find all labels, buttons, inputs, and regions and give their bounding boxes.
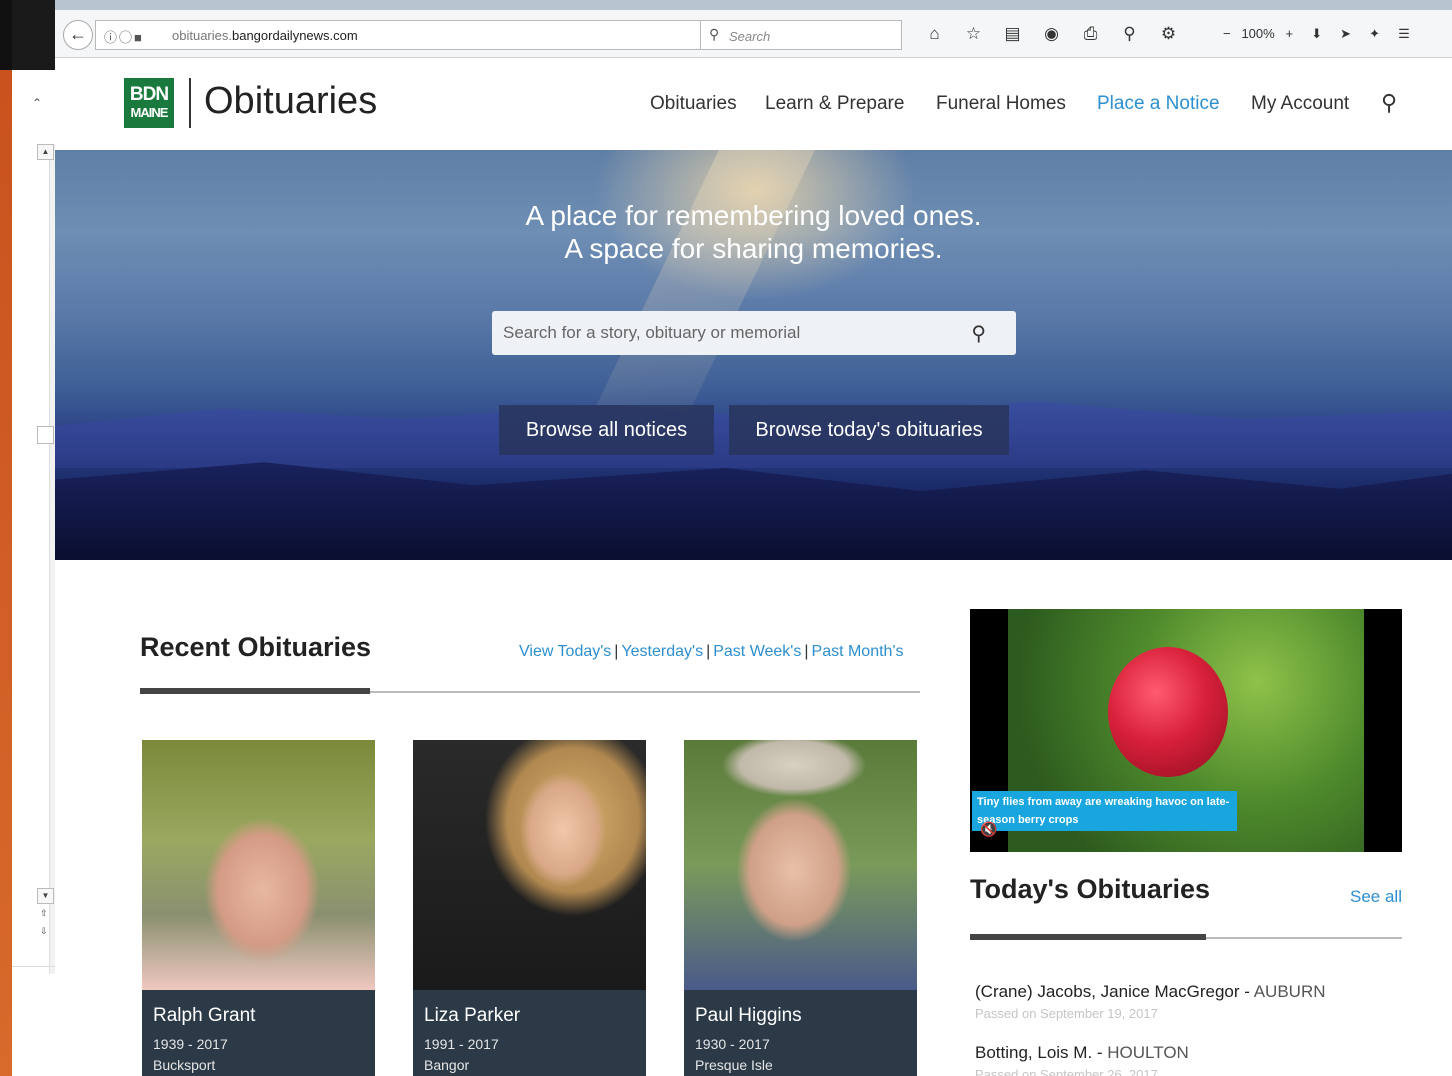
logo-line1: BDN xyxy=(129,84,169,105)
scroll-up-button[interactable]: ▲ xyxy=(37,144,54,160)
recent-filter-links: View Today's | Yesterday's | Past Week's | Pas… xyxy=(519,643,904,661)
browse-all-notices-button[interactable]: Browse all notices xyxy=(499,405,714,455)
today-obituary-name: Botting, Lois M. xyxy=(975,1043,1093,1062)
separator: | xyxy=(804,643,809,660)
browser-search-field[interactable]: ⚲ Search xyxy=(700,20,902,50)
recent-obituaries-heading: Recent Obituaries xyxy=(140,632,372,662)
browser-toolbar: ← ⓘ◯■ obituaries.bangordailynews.com ↻ ⚲… xyxy=(55,10,1452,58)
obituary-years: 1939 - 2017 xyxy=(153,1036,228,1052)
divider xyxy=(12,966,55,967)
obituary-name: Liza Parker xyxy=(424,1005,521,1026)
search-icon[interactable]: ⚲ xyxy=(1381,90,1397,116)
portrait-photo xyxy=(142,740,375,990)
nav-funeral-homes[interactable]: Funeral Homes xyxy=(936,93,1066,115)
site-title[interactable]: Obituaries xyxy=(204,80,377,123)
obituary-card[interactable]: Ralph Grant 1939 - 2017 Bucksport xyxy=(142,740,375,1076)
hero-search-box: ⚲ xyxy=(492,311,1016,355)
logo-divider xyxy=(189,78,191,128)
browser-search-placeholder: Search xyxy=(729,29,771,44)
obituary-name: Ralph Grant xyxy=(153,1005,256,1026)
menu-icon[interactable]: ☰ xyxy=(1398,26,1410,41)
site-page: BDN MAINE Obituaries Obituaries Learn & … xyxy=(55,58,1452,1076)
logo-line2: MAINE xyxy=(130,105,169,120)
separator: | xyxy=(614,643,619,660)
link-today[interactable]: View Today's xyxy=(519,643,611,660)
home-icon[interactable]: ⌂ xyxy=(915,24,954,44)
obituary-town: Bangor xyxy=(424,1057,470,1073)
today-obituary-date: Passed on September 19, 2017 xyxy=(975,1006,1158,1021)
nav-learn-prepare[interactable]: Learn & Prepare xyxy=(765,93,904,115)
link-past-month[interactable]: Past Month's xyxy=(812,643,904,660)
section-rule-accent xyxy=(970,934,1206,940)
browse-today-button[interactable]: Browse today's obituaries xyxy=(729,405,1009,455)
obituary-card[interactable]: Paul Higgins 1930 - 2017 Presque Isle xyxy=(684,740,917,1076)
back-button[interactable]: ← xyxy=(63,20,93,50)
section-rule-accent xyxy=(140,688,370,694)
obituary-years: 1930 - 2017 xyxy=(695,1036,770,1052)
address-bar[interactable]: ⓘ◯■ obituaries.bangordailynews.com ↻ xyxy=(95,20,745,50)
hero-headline-1: A place for remembering loved ones. xyxy=(525,200,982,231)
search-icon: ⚲ xyxy=(709,26,720,42)
bdn-logo[interactable]: BDN MAINE xyxy=(124,78,174,128)
download-icon[interactable]: ⬇ xyxy=(1311,26,1322,41)
settings-icon[interactable]: ⚙ xyxy=(1149,24,1188,44)
zoom-out-button[interactable]: − xyxy=(1223,26,1231,41)
obituary-name: Paul Higgins xyxy=(695,1005,802,1026)
video-caption: Tiny flies from away are wreaking havoc … xyxy=(972,791,1237,831)
see-all-link[interactable]: See all xyxy=(1350,887,1402,907)
today-obituary-town: HOULTON xyxy=(1107,1043,1189,1062)
zoom-in-button[interactable]: + xyxy=(1286,26,1294,41)
today-obituary-name: (Crane) Jacobs, Janice MacGregor xyxy=(975,982,1240,1001)
collapse-caret-icon[interactable]: ⌃ xyxy=(32,96,42,110)
nav-obituaries[interactable]: Obituaries xyxy=(650,93,737,115)
extension-icon[interactable]: ✦ xyxy=(1369,26,1380,41)
search-icon[interactable]: ⚲ xyxy=(971,321,986,346)
find-icon[interactable]: ⚲ xyxy=(1110,24,1149,44)
reading-list-icon[interactable]: ▤ xyxy=(993,24,1032,44)
today-obituary-town: AUBURN xyxy=(1253,982,1326,1001)
hero-headline-2: A space for sharing memories. xyxy=(564,233,943,264)
zoom-controls: − 100% + ⬇ ➤ ✦ ☰ xyxy=(1223,26,1410,42)
nav-place-notice[interactable]: Place a Notice xyxy=(1097,93,1220,115)
zoom-level[interactable]: 100% xyxy=(1241,26,1274,41)
obituary-town: Presque Isle xyxy=(695,1057,773,1073)
print-icon[interactable]: ⎙ xyxy=(1071,24,1110,44)
mute-icon[interactable]: 🔇 xyxy=(980,821,997,838)
separator: | xyxy=(706,643,711,660)
obituary-years: 1991 - 2017 xyxy=(424,1036,499,1052)
scroll-thumb[interactable] xyxy=(37,426,54,444)
portrait-photo xyxy=(413,740,646,990)
page-up-icon[interactable]: ⇧ xyxy=(40,908,48,919)
send-icon[interactable]: ➤ xyxy=(1340,26,1351,41)
video-player[interactable]: Tiny flies from away are wreaking havoc … xyxy=(970,609,1402,852)
raspberry-image xyxy=(1108,647,1228,777)
desktop-edge xyxy=(0,0,12,1076)
nav-my-account[interactable]: My Account xyxy=(1251,93,1349,115)
url-text: obituaries.bangordailynews.com xyxy=(172,28,358,43)
scroll-down-button[interactable]: ▼ xyxy=(37,888,54,904)
bookmark-star-icon[interactable]: ☆ xyxy=(954,24,993,44)
today-obituary-item[interactable]: Botting, Lois M. - HOULTON Passed on Sep… xyxy=(975,1043,1189,1076)
site-info-icon[interactable]: ⓘ◯■ xyxy=(104,27,144,46)
obituary-town: Bucksport xyxy=(153,1057,216,1073)
today-obituary-item[interactable]: (Crane) Jacobs, Janice MacGregor - AUBUR… xyxy=(975,982,1326,1021)
obituary-card[interactable]: Liza Parker 1991 - 2017 Bangor xyxy=(413,740,646,1076)
todays-obituaries-heading: Today's Obituaries xyxy=(970,874,1210,904)
tab-strip xyxy=(55,0,1452,10)
hero-search-input[interactable] xyxy=(492,311,962,355)
link-past-week[interactable]: Past Week's xyxy=(713,643,801,660)
today-obituary-date: Passed on September 26, 2017 xyxy=(975,1067,1158,1076)
side-scroll-panel: ⌃ ▲ ▼ ⇧ ⇩ xyxy=(12,70,65,1076)
hero-banner: A place for remembering loved ones. A sp… xyxy=(55,150,1452,560)
page-down-icon[interactable]: ⇩ xyxy=(40,926,48,937)
link-yesterday[interactable]: Yesterday's xyxy=(621,643,703,660)
portrait-photo xyxy=(684,740,917,990)
pocket-icon[interactable]: ◉ xyxy=(1032,24,1071,44)
